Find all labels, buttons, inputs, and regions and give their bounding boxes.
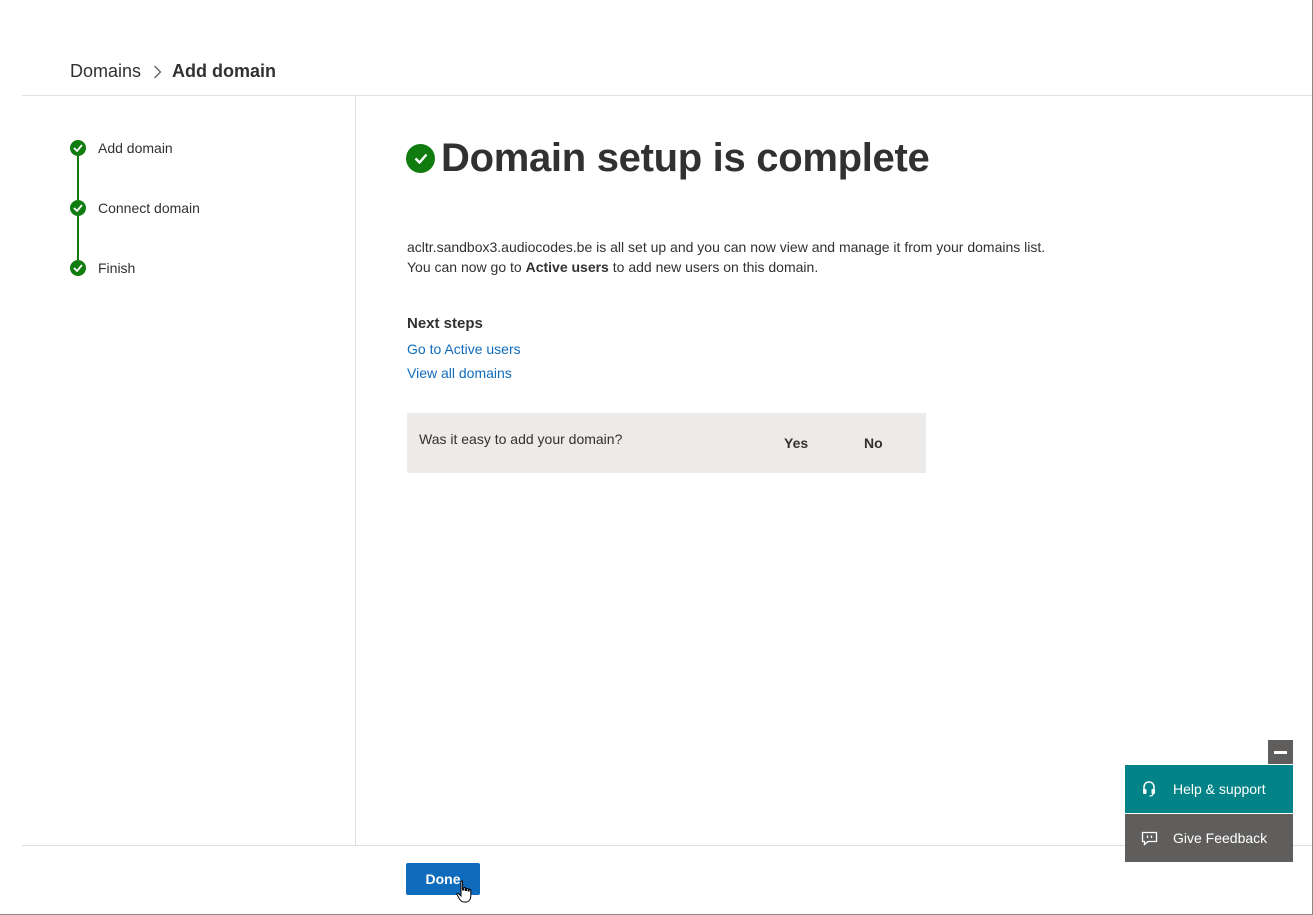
chevron-right-icon	[153, 65, 162, 79]
next-steps-section: Next steps Go to Active users View all d…	[407, 315, 521, 385]
minimize-icon	[1274, 750, 1287, 754]
page-title-row: Domain setup is complete	[406, 136, 930, 181]
footer-divider	[22, 845, 1312, 846]
chat-feedback-icon	[1125, 831, 1173, 846]
help-and-support-button[interactable]: Help & support	[1125, 765, 1293, 813]
headset-icon	[1125, 781, 1173, 797]
check-circle-icon	[406, 144, 435, 173]
step-label: Add domain	[98, 140, 173, 156]
description-line-1: acltr.sandbox3.audiocodes.be is all set …	[407, 239, 1046, 255]
breadcrumb: Domains Add domain	[70, 61, 276, 82]
help-and-support-label: Help & support	[1173, 781, 1266, 797]
step-label: Connect domain	[98, 200, 200, 216]
page-title: Domain setup is complete	[441, 136, 930, 180]
step-connector	[77, 216, 79, 260]
breadcrumb-domains[interactable]: Domains	[70, 61, 141, 82]
check-circle-icon	[70, 200, 86, 216]
give-feedback-label: Give Feedback	[1173, 830, 1268, 846]
next-steps-title: Next steps	[407, 315, 483, 332]
description-bold-text: Active users	[525, 259, 609, 275]
hand-cursor-icon	[456, 880, 472, 903]
feedback-question: Was it easy to add your domain?	[419, 431, 623, 447]
view-all-domains-link[interactable]: View all domains	[407, 361, 521, 385]
step-connector	[77, 156, 79, 200]
description-text: to add new users on this domain.	[608, 259, 819, 275]
check-circle-icon	[70, 140, 86, 156]
header-divider	[22, 95, 1312, 96]
add-domain-page: Domains Add domain Add domain Connect do…	[0, 0, 1313, 915]
feedback-yes-button[interactable]: Yes	[784, 435, 808, 451]
description-text: You can now go to	[407, 259, 526, 275]
feedback-no-button[interactable]: No	[864, 435, 883, 451]
wizard-steps: Add domain Connect domain Finish	[70, 140, 200, 276]
go-to-active-users-link[interactable]: Go to Active users	[407, 337, 521, 361]
step-finish: Finish	[70, 260, 200, 276]
sidebar-divider	[355, 96, 356, 845]
check-circle-icon	[70, 260, 86, 276]
description-line-2: You can now go to Active users to add ne…	[407, 257, 1045, 277]
minimize-button[interactable]	[1268, 740, 1293, 764]
step-add-domain: Add domain	[70, 140, 200, 156]
completion-description: acltr.sandbox3.audiocodes.be is all set …	[407, 237, 1045, 277]
breadcrumb-current: Add domain	[172, 61, 277, 81]
step-label: Finish	[98, 260, 136, 276]
give-feedback-button[interactable]: Give Feedback	[1125, 814, 1293, 862]
feedback-prompt: Was it easy to add your domain? Yes No	[407, 413, 926, 473]
step-connect-domain: Connect domain	[70, 200, 200, 216]
